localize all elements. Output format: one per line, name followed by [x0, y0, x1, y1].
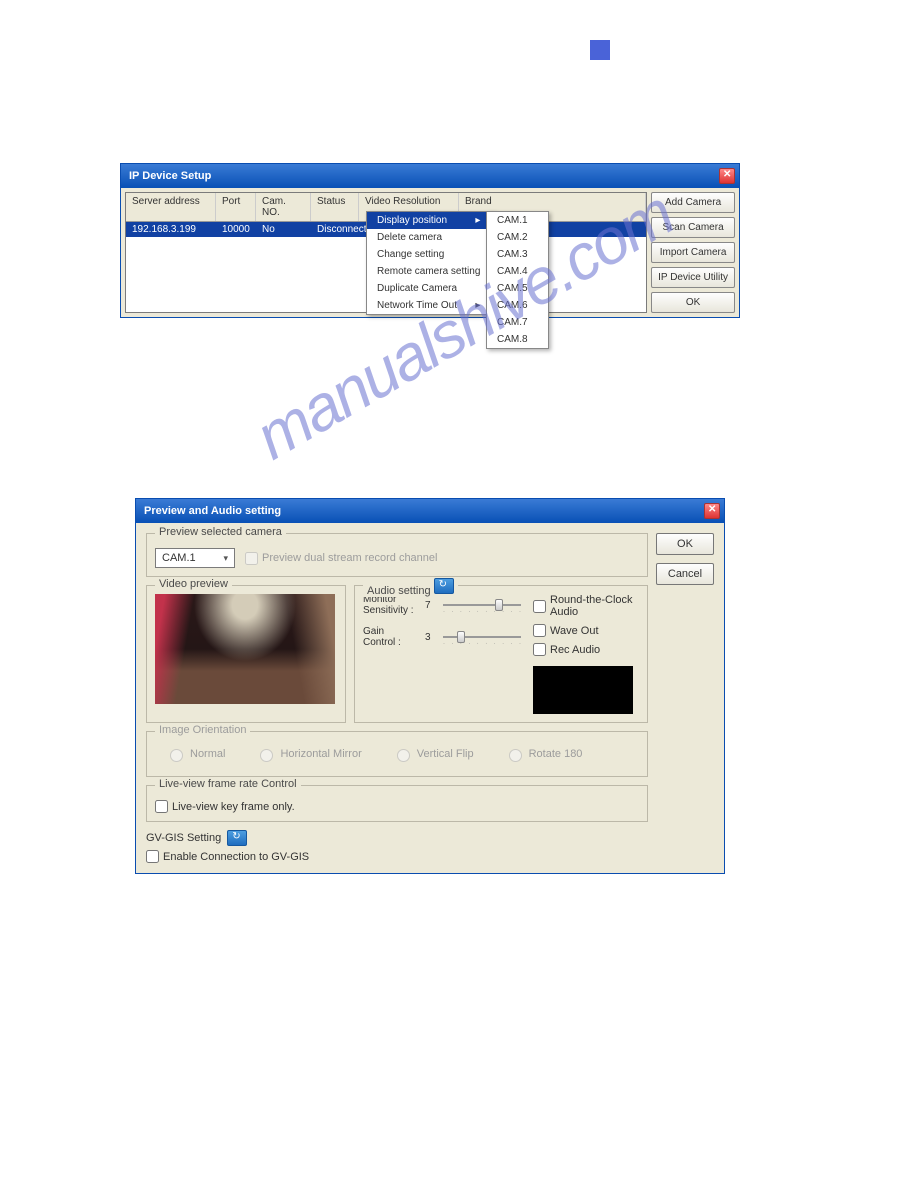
- slider-value: 3: [425, 632, 437, 643]
- live-view-group: Live-view frame rate Control Live-view k…: [146, 785, 648, 822]
- video-preview-group: Video preview: [146, 585, 346, 723]
- radio-input: [260, 749, 273, 762]
- radio-input: [509, 749, 522, 762]
- image-orientation-group: Image Orientation Normal Horizontal Mirr…: [146, 731, 648, 777]
- video-preview-image: [155, 594, 335, 704]
- close-icon[interactable]: [704, 503, 720, 519]
- cell-port: 10000: [216, 222, 256, 237]
- group-label: Live-view frame rate Control: [155, 778, 301, 790]
- close-icon[interactable]: [719, 168, 735, 184]
- cell-camno: No: [256, 222, 311, 237]
- gain-control-row: Gain Control : 3 ··········: [363, 626, 521, 648]
- ok-button[interactable]: OK: [656, 533, 714, 555]
- slider-label: Monitor Sensitivity :: [363, 594, 419, 616]
- group-label: Video preview: [155, 578, 232, 590]
- checkbox-input: [245, 552, 258, 565]
- checkbox-input[interactable]: [146, 850, 159, 863]
- orient-normal: Normal: [165, 746, 225, 762]
- gvgis-label: GV-GIS Setting: [146, 830, 648, 846]
- preview-audio-window: Preview and Audio setting Preview select…: [135, 498, 725, 874]
- gvgis-enable-checkbox[interactable]: Enable Connection to GV-GIS: [146, 850, 648, 863]
- preview-group: Preview selected camera CAM.1 Preview du…: [146, 533, 648, 577]
- monitor-slider[interactable]: ··········: [443, 597, 521, 613]
- col-port[interactable]: Port: [216, 193, 256, 221]
- cancel-button[interactable]: Cancel: [656, 563, 714, 585]
- dialog-buttons: OK Cancel: [656, 533, 714, 863]
- orient-vflip: Vertical Flip: [392, 746, 474, 762]
- live-view-keyframe-checkbox[interactable]: Live-view key frame only.: [155, 800, 639, 813]
- submenu-item[interactable]: CAM.1: [487, 212, 548, 229]
- radio-input: [397, 749, 410, 762]
- col-status[interactable]: Status: [311, 193, 359, 221]
- dual-stream-checkbox: Preview dual stream record channel: [245, 552, 437, 565]
- cell-server: 192.168.3.199: [126, 222, 216, 237]
- audio-meter: [533, 666, 633, 714]
- camera-select[interactable]: CAM.1: [155, 548, 235, 568]
- menu-change-setting[interactable]: Change setting: [367, 246, 494, 263]
- checkbox-input[interactable]: [533, 643, 546, 656]
- wave-out-checkbox[interactable]: Wave Out: [533, 624, 639, 637]
- radio-input: [170, 749, 183, 762]
- group-label: Preview selected camera: [155, 526, 286, 538]
- cell-status: Disconnect: [311, 222, 359, 237]
- group-label: Audio setting: [363, 578, 458, 597]
- checkbox-input[interactable]: [155, 800, 168, 813]
- page-marker: [590, 40, 610, 60]
- checkbox-input[interactable]: [533, 624, 546, 637]
- refresh-icon[interactable]: [434, 578, 454, 594]
- col-server[interactable]: Server address: [126, 193, 216, 221]
- slider-value: 7: [425, 600, 437, 611]
- window-title: IP Device Setup: [129, 170, 211, 182]
- rec-audio-checkbox[interactable]: Rec Audio: [533, 643, 639, 656]
- refresh-icon[interactable]: [227, 830, 247, 846]
- round-clock-checkbox[interactable]: Round-the-Clock Audio: [533, 594, 639, 618]
- titlebar[interactable]: Preview and Audio setting: [136, 499, 724, 523]
- monitor-sensitivity-row: Monitor Sensitivity : 7 ··········: [363, 594, 521, 616]
- slider-label: Gain Control :: [363, 626, 419, 648]
- group-label: Image Orientation: [155, 724, 250, 736]
- orient-hmirror: Horizontal Mirror: [255, 746, 361, 762]
- window-title: Preview and Audio setting: [144, 505, 281, 517]
- checkbox-input[interactable]: [533, 600, 546, 613]
- col-camno[interactable]: Cam. NO.: [256, 193, 311, 221]
- menu-display-position[interactable]: Display position ▸: [367, 212, 494, 229]
- audio-setting-group: Audio setting Monitor Sensitivity : 7: [354, 585, 648, 723]
- ip-device-utility-button[interactable]: IP Device Utility: [651, 267, 735, 288]
- watermark: manualshive.com: [50, 318, 868, 488]
- menu-delete-camera[interactable]: Delete camera: [367, 229, 494, 246]
- orient-rotate180: Rotate 180: [504, 746, 583, 762]
- ok-button[interactable]: OK: [651, 292, 735, 313]
- gain-slider[interactable]: ··········: [443, 629, 521, 645]
